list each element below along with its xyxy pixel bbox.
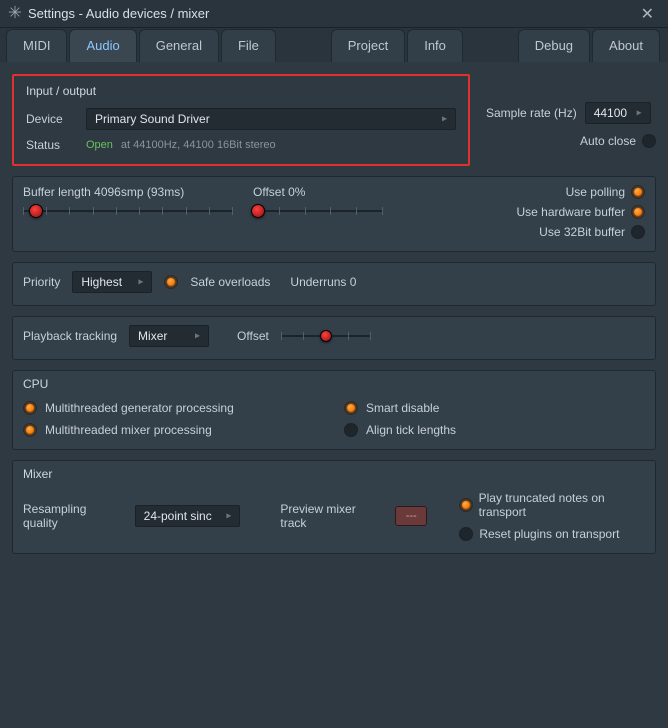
settings-icon: [8, 5, 22, 22]
priority-dropdown[interactable]: Highest: [72, 271, 152, 293]
tab-file[interactable]: File: [221, 29, 276, 62]
preview-value: ---: [406, 510, 417, 522]
buffer-length-label: Buffer length 4096smp (93ms): [23, 185, 233, 199]
mt-gen-toggle[interactable]: [23, 401, 37, 415]
priority-panel: Priority Highest Safe overloads Underrun…: [12, 262, 656, 306]
cpu-title: CPU: [23, 377, 645, 391]
priority-label: Priority: [23, 275, 60, 289]
mixer-title: Mixer: [23, 467, 645, 481]
reset-plugins-label: Reset plugins on transport: [479, 527, 619, 541]
titlebar: Settings - Audio devices / mixer ✕: [0, 0, 668, 28]
underruns-label: Underruns 0: [290, 275, 356, 289]
buffer-panel: Buffer length 4096smp (93ms) Offset 0% U…: [12, 176, 656, 252]
auto-close-toggle[interactable]: [642, 134, 656, 148]
mt-mix-toggle[interactable]: [23, 423, 37, 437]
play-truncated-label: Play truncated notes on transport: [479, 491, 645, 519]
sample-rate-label: Sample rate (Hz): [486, 106, 577, 120]
reset-plugins-toggle[interactable]: [459, 527, 473, 541]
playback-offset-slider[interactable]: [281, 329, 371, 343]
preview-label: Preview mixer track: [280, 502, 379, 530]
smart-label: Smart disable: [366, 401, 439, 415]
mixer-panel: Mixer Resampling quality 24-point sinc P…: [12, 460, 656, 554]
resample-label: Resampling quality: [23, 502, 119, 530]
tab-about[interactable]: About: [592, 29, 660, 62]
device-label: Device: [26, 112, 78, 126]
status-open: Open: [86, 139, 113, 151]
buffer-length-slider[interactable]: [23, 203, 233, 219]
playback-dropdown[interactable]: Mixer: [129, 325, 209, 347]
playback-label: Playback tracking: [23, 329, 117, 343]
close-icon[interactable]: ✕: [635, 2, 660, 26]
safe-overloads-toggle[interactable]: [164, 275, 178, 289]
mt-gen-label: Multithreaded generator processing: [45, 401, 234, 415]
tab-general[interactable]: General: [139, 29, 219, 62]
auto-close-label: Auto close: [580, 134, 636, 148]
device-dropdown[interactable]: Primary Sound Driver: [86, 108, 456, 130]
playback-panel: Playback tracking Mixer Offset: [12, 316, 656, 360]
playback-value: Mixer: [138, 329, 167, 343]
content: Input / output Device Primary Sound Driv…: [0, 62, 668, 576]
buffer-offset-slider[interactable]: [253, 203, 383, 219]
mt-mix-label: Multithreaded mixer processing: [45, 423, 212, 437]
align-label: Align tick lengths: [366, 423, 456, 437]
status-label: Status: [26, 138, 78, 152]
device-value: Primary Sound Driver: [95, 112, 210, 126]
smart-toggle[interactable]: [344, 401, 358, 415]
polling-toggle[interactable]: [631, 185, 645, 199]
align-toggle[interactable]: [344, 423, 358, 437]
safe-overloads-label: Safe overloads: [190, 275, 270, 289]
window-title: Settings - Audio devices / mixer: [28, 6, 635, 21]
hwbuf-toggle[interactable]: [631, 205, 645, 219]
io-title: Input / output: [26, 84, 456, 98]
b32-toggle[interactable]: [631, 225, 645, 239]
b32-label: Use 32Bit buffer: [539, 225, 625, 239]
cpu-panel: CPU Multithreaded generator processing M…: [12, 370, 656, 450]
polling-label: Use polling: [566, 185, 625, 199]
hwbuf-label: Use hardware buffer: [516, 205, 625, 219]
play-truncated-toggle[interactable]: [459, 498, 472, 512]
tab-project[interactable]: Project: [331, 29, 405, 62]
resample-dropdown[interactable]: 24-point sinc: [135, 505, 241, 527]
tab-midi[interactable]: MIDI: [6, 29, 67, 62]
priority-value: Highest: [81, 275, 122, 289]
sample-rate-value: 44100: [594, 106, 627, 120]
preview-mixer-track[interactable]: ---: [395, 506, 427, 526]
status-detail: at 44100Hz, 44100 16Bit stereo: [121, 139, 276, 151]
tab-info[interactable]: Info: [407, 29, 463, 62]
sample-rate-dropdown[interactable]: 44100: [585, 102, 651, 124]
tabbar: MIDI Audio General File Project Info Deb…: [0, 28, 668, 62]
resample-value: 24-point sinc: [144, 509, 212, 523]
tab-audio[interactable]: Audio: [69, 29, 136, 62]
playback-offset-label: Offset: [237, 329, 269, 343]
buffer-offset-label: Offset 0%: [253, 185, 383, 199]
tab-debug[interactable]: Debug: [518, 29, 590, 62]
io-panel: Input / output Device Primary Sound Driv…: [12, 74, 470, 166]
